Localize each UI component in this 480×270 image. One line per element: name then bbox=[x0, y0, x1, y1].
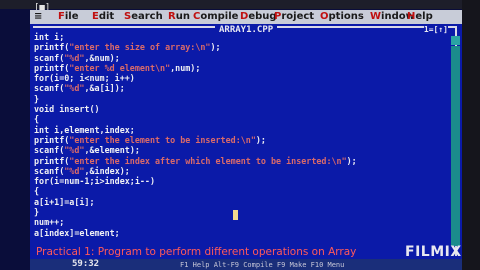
window-number[interactable]: 1=[↑] bbox=[423, 25, 448, 34]
menu-options[interactable]: Options bbox=[320, 11, 364, 22]
code-line: printf("enter the element to be inserted… bbox=[34, 134, 266, 145]
code-line: } bbox=[34, 207, 40, 218]
code-line: scanf("%d",&a[i]); bbox=[34, 83, 125, 94]
cursor-position: 59:32 bbox=[72, 259, 100, 269]
code-line: { bbox=[34, 114, 40, 125]
menu-project[interactable]: Project bbox=[274, 11, 314, 22]
video-watermark: FILMIX bbox=[405, 244, 462, 260]
code-line: scanf("%d",&num); bbox=[34, 52, 120, 63]
status-bar: 59:32 F1 Help Alt-F9 Compile F9 Make F10… bbox=[30, 259, 462, 270]
menu-help[interactable]: Help bbox=[407, 11, 433, 22]
menu-edit[interactable]: Edit bbox=[92, 11, 114, 22]
function-key-hints: F1 Help Alt-F9 Compile F9 Make F10 Menu bbox=[180, 261, 345, 269]
screen-top-edge: [■] bbox=[0, 0, 480, 13]
code-line: scanf("%d",&index); bbox=[34, 165, 130, 176]
menu-compile[interactable]: Compile bbox=[193, 11, 238, 22]
code-line: { bbox=[34, 186, 40, 197]
video-caption: Practical 1: Program to perform differen… bbox=[36, 246, 357, 258]
code-area[interactable]: int i; printf("enter the size of array:\… bbox=[34, 32, 357, 238]
code-line: void insert() bbox=[34, 104, 100, 115]
dos-screen: [■] ≡ File Edit Search Run Compile Debug… bbox=[0, 0, 480, 270]
code-line: for(i=0; i<num; i++) bbox=[34, 73, 135, 84]
code-line: int i,element,index; bbox=[34, 124, 135, 135]
code-line: } bbox=[34, 93, 40, 104]
code-line: printf("enter the index after which elem… bbox=[34, 155, 357, 166]
code-line: printf("enter %d element\n",num); bbox=[34, 62, 201, 73]
code-line: scanf("%d",&element); bbox=[34, 145, 140, 156]
menu-search[interactable]: Search bbox=[124, 11, 163, 22]
code-line: int i; bbox=[34, 32, 65, 42]
code-line: printf("enter the size of array:\n"); bbox=[34, 42, 221, 53]
menu-run[interactable]: Run bbox=[168, 11, 190, 22]
system-menu-icon[interactable]: ≡ bbox=[34, 11, 42, 22]
editor-window[interactable]: ARRAY1.CPP 1=[↑] int i; printf("enter th… bbox=[30, 24, 462, 260]
screen-right-edge bbox=[462, 0, 480, 270]
code-line: num++; bbox=[34, 217, 65, 228]
menu-file[interactable]: File bbox=[58, 11, 78, 22]
scroll-up-arrow-icon[interactable] bbox=[451, 36, 460, 45]
menu-debug[interactable]: Debug bbox=[240, 11, 277, 22]
code-line: for(i=num-1;i>index;i--) bbox=[34, 176, 156, 187]
menu-bar: ≡ File Edit Search Run Compile Debug Pro… bbox=[30, 10, 470, 24]
code-line: a[index]=element; bbox=[34, 227, 120, 238]
code-line: a[i+1]=a[i]; bbox=[34, 196, 95, 207]
text-cursor bbox=[233, 210, 238, 220]
vertical-scrollbar[interactable] bbox=[451, 46, 460, 246]
